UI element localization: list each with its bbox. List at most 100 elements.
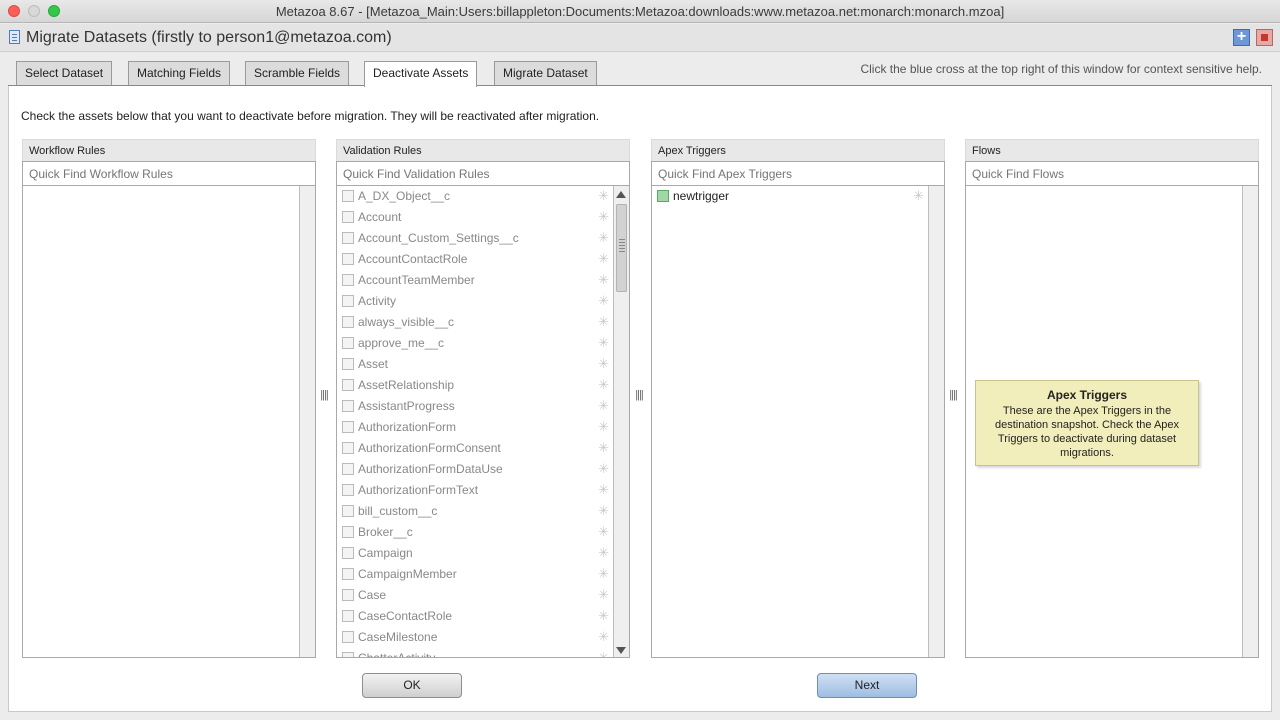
validation-rule-item-checkbox[interactable]: [342, 295, 354, 307]
validation-rule-item-checkbox[interactable]: [342, 358, 354, 370]
gear-icon[interactable]: ✳: [598, 608, 609, 624]
validation-rule-item[interactable]: Account ✳: [337, 207, 629, 228]
validation-rule-item[interactable]: CampaignMember ✳: [337, 564, 629, 585]
validation-rule-item-checkbox[interactable]: [342, 547, 354, 559]
validation-rules-search-input[interactable]: [336, 161, 630, 186]
validation-rule-item[interactable]: AccountTeamMember ✳: [337, 270, 629, 291]
gear-icon[interactable]: ✳: [598, 251, 609, 267]
validation-rule-item-checkbox[interactable]: [342, 211, 354, 223]
tab-migrate-dataset[interactable]: Migrate Dataset: [494, 61, 597, 86]
dialog-title: Migrate Datasets (firstly to person1@met…: [26, 29, 392, 46]
gear-icon[interactable]: ✳: [598, 440, 609, 456]
validation-rule-item[interactable]: AssetRelationship ✳: [337, 375, 629, 396]
validation-rule-item[interactable]: AuthorizationFormConsent ✳: [337, 438, 629, 459]
apex-triggers-list[interactable]: newtrigger ✳: [651, 186, 945, 658]
validation-rule-item[interactable]: AuthorizationFormText ✳: [337, 480, 629, 501]
gear-icon[interactable]: ✳: [913, 188, 924, 204]
gear-icon[interactable]: ✳: [598, 566, 609, 582]
gear-icon[interactable]: ✳: [598, 314, 609, 330]
workflow-rules-search-input[interactable]: [22, 161, 316, 186]
tab-matching-fields[interactable]: Matching Fields: [128, 61, 231, 86]
validation-rule-item-checkbox[interactable]: [342, 442, 354, 454]
validation-rule-item[interactable]: Case ✳: [337, 585, 629, 606]
validation-rule-item[interactable]: AssistantProgress ✳: [337, 396, 629, 417]
ok-button[interactable]: OK: [362, 673, 462, 698]
validation-rule-item[interactable]: AuthorizationFormDataUse ✳: [337, 459, 629, 480]
gear-icon[interactable]: ✳: [598, 545, 609, 561]
splitter-handle-icon[interactable]: ||||: [318, 389, 330, 403]
validation-rule-item-checkbox[interactable]: [342, 610, 354, 622]
validation-rule-item-checkbox[interactable]: [342, 505, 354, 517]
validation-rules-list[interactable]: A_DX_Object__c ✳ Account ✳ Account_Custom_Se…: [336, 186, 630, 658]
flows-search-input[interactable]: [965, 161, 1259, 186]
validation-rule-item[interactable]: Broker__c ✳: [337, 522, 629, 543]
gear-icon[interactable]: ✳: [598, 503, 609, 519]
tab-deactivate-assets[interactable]: Deactivate Assets: [364, 61, 478, 87]
validation-rule-item[interactable]: approve_me__c ✳: [337, 333, 629, 354]
validation-rule-item-checkbox[interactable]: [342, 337, 354, 349]
validation-rule-item[interactable]: AccountContactRole ✳: [337, 249, 629, 270]
validation-rule-item[interactable]: AuthorizationForm ✳: [337, 417, 629, 438]
validation-rule-item[interactable]: A_DX_Object__c ✳: [337, 186, 629, 207]
scroll-down-arrow-icon[interactable]: [616, 647, 626, 654]
apex-trigger-item-checkbox[interactable]: [657, 190, 669, 202]
apex-triggers-search-input[interactable]: [651, 161, 945, 186]
gear-icon[interactable]: ✳: [598, 188, 609, 204]
validation-rules-scrollbar[interactable]: [613, 186, 629, 657]
validation-rule-item[interactable]: ChatterActivity ✳: [337, 648, 629, 657]
validation-rule-item-checkbox[interactable]: [342, 379, 354, 391]
validation-rule-item[interactable]: Account_Custom_Settings__c ✳: [337, 228, 629, 249]
gear-icon[interactable]: ✳: [598, 419, 609, 435]
validation-rule-item-checkbox[interactable]: [342, 652, 354, 657]
gear-icon[interactable]: ✳: [598, 629, 609, 645]
validation-rule-item[interactable]: CaseContactRole ✳: [337, 606, 629, 627]
gear-icon[interactable]: ✳: [598, 356, 609, 372]
validation-rule-item[interactable]: Activity ✳: [337, 291, 629, 312]
validation-rule-item-checkbox[interactable]: [342, 274, 354, 286]
help-plus-button[interactable]: +: [1233, 29, 1250, 46]
gear-icon[interactable]: ✳: [598, 335, 609, 351]
tab-scramble-fields[interactable]: Scramble Fields: [245, 61, 350, 86]
scrollbar-thumb[interactable]: [616, 204, 627, 292]
validation-rule-item[interactable]: Campaign ✳: [337, 543, 629, 564]
gear-icon[interactable]: ✳: [598, 293, 609, 309]
validation-rule-item[interactable]: always_visible__c ✳: [337, 312, 629, 333]
validation-rule-item-checkbox[interactable]: [342, 253, 354, 265]
apex-triggers-scrollbar[interactable]: [928, 186, 944, 657]
gear-icon[interactable]: ✳: [598, 209, 609, 225]
workflow-rules-list[interactable]: [22, 186, 316, 658]
tab-select-dataset[interactable]: Select Dataset: [16, 61, 113, 86]
gear-icon[interactable]: ✳: [598, 524, 609, 540]
validation-rule-item[interactable]: CaseMilestone ✳: [337, 627, 629, 648]
validation-rule-item-checkbox[interactable]: [342, 568, 354, 580]
splitter-handle-icon[interactable]: ||||: [947, 389, 959, 403]
apex-trigger-item[interactable]: newtrigger ✳: [652, 186, 944, 207]
scroll-up-arrow-icon[interactable]: [616, 191, 626, 198]
gear-icon[interactable]: ✳: [598, 272, 609, 288]
validation-rule-item-checkbox[interactable]: [342, 526, 354, 538]
gear-icon[interactable]: ✳: [598, 377, 609, 393]
flows-scrollbar[interactable]: [1242, 186, 1258, 657]
dialog-close-button[interactable]: [1256, 29, 1273, 46]
workflow-rules-scrollbar[interactable]: [299, 186, 315, 657]
validation-rule-item-checkbox[interactable]: [342, 421, 354, 433]
validation-rule-item-checkbox[interactable]: [342, 631, 354, 643]
splitter-handle-icon[interactable]: ||||: [633, 389, 645, 403]
validation-rule-item[interactable]: bill_custom__c ✳: [337, 501, 629, 522]
validation-rule-item-checkbox[interactable]: [342, 589, 354, 601]
validation-rule-item-checkbox[interactable]: [342, 400, 354, 412]
validation-rule-item-label: AuthorizationFormDataUse: [358, 462, 503, 476]
gear-icon[interactable]: ✳: [598, 650, 609, 657]
validation-rule-item-checkbox[interactable]: [342, 232, 354, 244]
gear-icon[interactable]: ✳: [598, 398, 609, 414]
gear-icon[interactable]: ✳: [598, 461, 609, 477]
gear-icon[interactable]: ✳: [598, 230, 609, 246]
validation-rule-item-checkbox[interactable]: [342, 463, 354, 475]
validation-rule-item-checkbox[interactable]: [342, 190, 354, 202]
gear-icon[interactable]: ✳: [598, 482, 609, 498]
validation-rule-item-checkbox[interactable]: [342, 316, 354, 328]
validation-rule-item-checkbox[interactable]: [342, 484, 354, 496]
validation-rule-item[interactable]: Asset ✳: [337, 354, 629, 375]
next-button[interactable]: Next: [817, 673, 917, 698]
gear-icon[interactable]: ✳: [598, 587, 609, 603]
